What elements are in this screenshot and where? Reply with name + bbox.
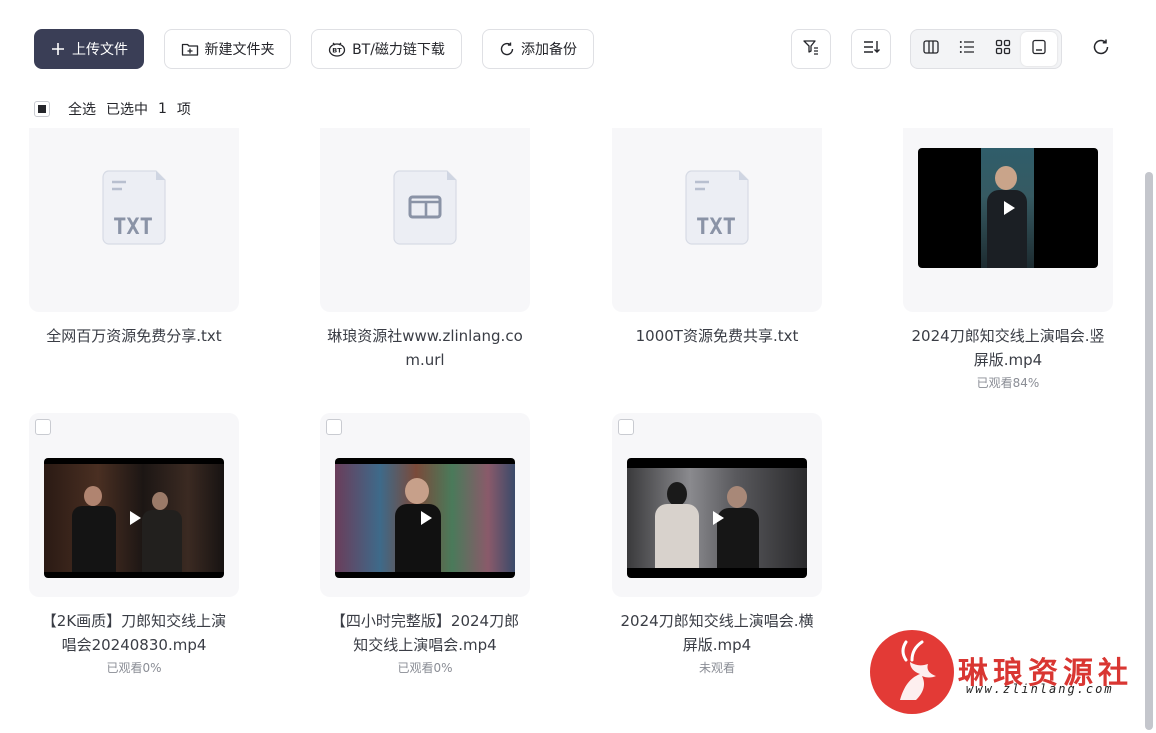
file-thumbnail[interactable] [320,413,530,597]
watch-status: 已观看0% [106,661,162,675]
watch-status: 已观看84% [976,376,1040,390]
view-thumbnail-button[interactable] [1021,32,1057,66]
file-card[interactable]: 2024刀郎知交线上演唱会.竖屏版.mp4 已观看84% [903,128,1113,392]
folder-plus-icon [181,41,199,57]
sort-icon [862,38,880,60]
video-thumbnail [627,458,807,578]
file-name[interactable]: 2024刀郎知交线上演唱会.竖屏版.mp4 [903,324,1113,372]
new-folder-label: 新建文件夹 [204,42,275,58]
filter-button[interactable] [791,29,831,69]
view-grid-button[interactable] [985,32,1021,66]
filter-icon [802,38,820,60]
refresh-button[interactable] [1088,36,1114,62]
watermark-url: www.zlinlang.com [966,682,1114,696]
url-file-icon [393,170,457,246]
file-checkbox[interactable] [326,419,342,435]
selected-count: 1 [158,101,167,117]
select-all-label[interactable]: 全选 [68,99,96,119]
file-card[interactable]: 2024刀郎知交线上演唱会.横屏版.mp4 未观看 [612,413,822,677]
selection-bar: 全选 已选中 1 项 [34,100,191,118]
svg-text:TXT: TXT [113,215,153,240]
bt-download-label: BT/磁力链下载 [352,42,445,58]
selected-suffix: 项 [176,102,191,118]
sync-icon [499,41,515,57]
add-backup-label: 添加备份 [521,42,577,58]
add-backup-button[interactable]: 添加备份 [482,29,594,69]
file-name[interactable]: 琳琅资源社www.zlinlang.com.url [320,324,530,372]
video-thumbnail [918,148,1098,268]
file-thumbnail[interactable]: TXT [29,128,239,312]
file-card[interactable]: TXT 1000T资源免费共享.txt [612,128,822,348]
video-thumbnail [335,458,515,578]
play-icon [713,511,724,525]
file-name[interactable]: 全网百万资源免费分享.txt [29,324,239,348]
grid-icon [994,38,1012,60]
new-folder-button[interactable]: 新建文件夹 [164,29,291,69]
file-name[interactable]: 【四小时完整版】2024刀郎知交线上演唱会.mp4 [320,609,530,657]
txt-file-icon: TXT [685,170,749,246]
file-checkbox[interactable] [35,419,51,435]
file-card[interactable]: 【2K画质】刀郎知交线上演唱会20240830.mp4 已观看0% [29,413,239,677]
file-checkbox[interactable] [618,419,634,435]
upload-button[interactable]: 上传文件 [34,29,144,69]
file-thumbnail[interactable] [320,128,530,312]
svg-text:TXT: TXT [696,215,736,240]
video-thumbnail [44,458,224,578]
plus-icon [50,41,66,57]
file-name[interactable]: 2024刀郎知交线上演唱会.横屏版.mp4 [612,609,822,657]
bt-icon: BT [328,41,346,57]
view-columns-button[interactable] [913,32,949,66]
watch-status: 未观看 [698,661,735,675]
thumbnail-icon [1030,38,1048,60]
file-card[interactable]: 琳琅资源社www.zlinlang.com.url [320,128,530,372]
view-list-button[interactable] [949,32,985,66]
file-name[interactable]: 1000T资源免费共享.txt [612,324,822,348]
view-mode-group [910,29,1062,69]
svg-text:BT: BT [332,47,342,55]
columns-icon [922,38,940,60]
file-thumbnail[interactable] [903,128,1113,312]
file-card[interactable]: 【四小时完整版】2024刀郎知交线上演唱会.mp4 已观看0% [320,413,530,677]
file-thumbnail[interactable] [612,413,822,597]
deer-logo-icon [870,630,954,714]
selected-prefix: 已选中 [106,102,148,118]
upload-label: 上传文件 [72,42,128,58]
bt-download-button[interactable]: BT BT/磁力链下载 [311,29,462,69]
play-icon [421,511,432,525]
file-thumbnail[interactable]: TXT [612,128,822,312]
refresh-icon [1091,37,1111,61]
play-icon [130,511,141,525]
select-all-checkbox[interactable] [34,101,50,117]
file-card[interactable]: TXT 全网百万资源免费分享.txt [29,128,239,348]
list-icon [958,38,976,60]
play-icon [1004,201,1015,215]
txt-file-icon: TXT [102,170,166,246]
watermark: 琳琅资源社 www.zlinlang.com [870,630,1140,720]
file-thumbnail[interactable] [29,413,239,597]
file-name[interactable]: 【2K画质】刀郎知交线上演唱会20240830.mp4 [29,609,239,657]
scrollbar-thumb[interactable] [1145,172,1153,730]
watch-status: 已观看0% [397,661,453,675]
sort-button[interactable] [851,29,891,69]
